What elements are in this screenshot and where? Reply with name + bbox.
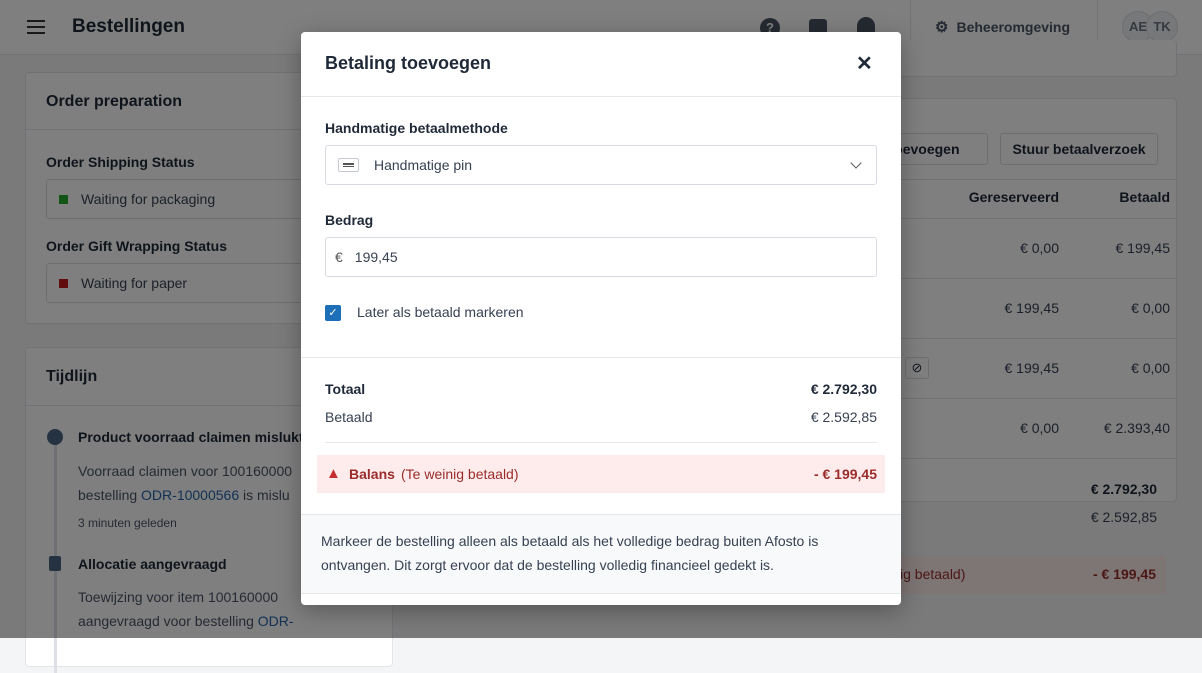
currency-symbol: € [335,249,343,265]
modal-footer: Markeer de bestelling alleen als betaald… [301,514,901,594]
amount-value: 199,45 [354,249,398,265]
balance-row: ▲ Balans (Te weinig betaald) - € 199,45 [317,455,885,493]
modal-title: Betaling toevoegen [325,53,492,73]
add-payment-modal: Betaling toevoegen ✕ Handmatige betaalme… [301,32,901,605]
method-label: Handmatige betaalmethode [325,120,508,136]
balance-value: - € 199,45 [813,466,877,482]
payment-method-select[interactable]: Handmatige pin [325,145,877,185]
paid-label: Betaald [325,409,373,425]
method-value: Handmatige pin [374,157,473,173]
total-value: € 2.792,30 [810,381,877,397]
balance-label: Balans [349,466,395,482]
amount-label: Bedrag [325,212,374,228]
paid-value: € 2.592,85 [810,409,877,425]
card-icon [338,158,359,172]
close-icon[interactable]: ✕ [856,51,873,76]
mark-paid-later-checkbox[interactable]: ✓ [325,305,341,321]
amount-input[interactable]: €199,45 [325,237,877,277]
footer-text: Markeer de bestelling alleen als betaald… [321,533,819,573]
checkbox-label[interactable]: Later als betaald markeren [357,304,524,320]
warning-icon: ▲ [326,465,341,482]
total-label: Totaal [325,381,366,397]
chevron-down-icon [850,157,862,169]
balance-note: (Te weinig betaald) [401,466,519,482]
